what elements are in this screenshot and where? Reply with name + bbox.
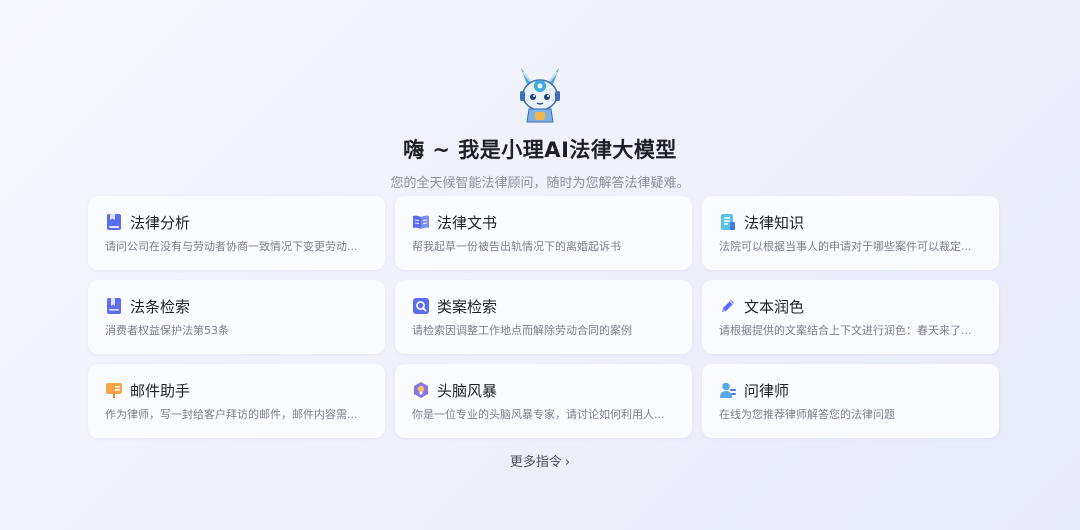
card-statute-search[interactable]: 法条检索 消费者权益保护法第53条 <box>88 280 385 354</box>
document-icon <box>719 213 737 231</box>
card-description: 请根据提供的文案结合上下文进行润色：春天来了... <box>719 324 972 337</box>
card-title: 法律文书 <box>437 213 498 232</box>
card-title: 法律知识 <box>744 213 805 232</box>
card-title: 法律分析 <box>130 213 191 232</box>
card-title: 文本润色 <box>744 297 805 316</box>
mascot-logo-icon <box>520 68 560 123</box>
mail-flag-icon <box>105 381 123 399</box>
more-commands-label: 更多指令 <box>509 455 562 470</box>
pen-icon <box>719 297 737 315</box>
page-title: 嗨 ~ 我是小理AI法律大模型 <box>403 138 677 162</box>
card-title: 类案检索 <box>437 297 498 316</box>
card-description: 在线为您推荐律师解答您的法律问题 <box>719 408 895 421</box>
lawyer-icon <box>719 381 737 399</box>
card-description: 请检索因调整工作地点而解除劳动合同的案例 <box>412 324 632 337</box>
card-description: 请问公司在没有与劳动者协商一致情况下变更劳动... <box>105 240 358 253</box>
search-doc-icon <box>412 297 430 315</box>
card-case-search[interactable]: 类案检索 请检索因调整工作地点而解除劳动合同的案例 <box>395 280 692 354</box>
page-subtitle: 您的全天候智能法律顾问，随时为您解答法律疑难。 <box>390 176 690 191</box>
card-title: 法条检索 <box>130 297 191 316</box>
hero: 嗨 ~ 我是小理AI法律大模型 您的全天候智能法律顾问，随时为您解答法律疑难。 <box>0 64 1080 191</box>
chevron-right-icon: › <box>564 455 571 470</box>
card-title: 问律师 <box>744 381 790 400</box>
bookmark-icon <box>105 297 123 315</box>
book-icon <box>105 213 123 231</box>
brain-icon <box>412 381 430 399</box>
card-description: 作为律师，写一封给客户拜访的邮件，邮件内容需... <box>105 408 358 421</box>
more-commands-link[interactable]: 更多指令 › <box>0 451 1080 470</box>
card-brainstorm[interactable]: 头脑风暴 你是一位专业的头脑风暴专家，请讨论如何利用人... <box>395 364 692 438</box>
card-legal-document[interactable]: 法律文书 帮我起草一份被告出轨情况下的离婚起诉书 <box>395 196 692 270</box>
card-title: 头脑风暴 <box>437 381 498 400</box>
card-email-assistant[interactable]: 邮件助手 作为律师，写一封给客户拜访的邮件，邮件内容需... <box>88 364 385 438</box>
prompt-card-grid: 法律分析 请问公司在没有与劳动者协商一致情况下变更劳动... 法律文书 帮我起草… <box>88 196 999 438</box>
card-description: 法院可以根据当事人的申请对于哪些案件可以裁定... <box>719 240 972 253</box>
card-text-polish[interactable]: 文本润色 请根据提供的文案结合上下文进行润色：春天来了... <box>702 280 999 354</box>
card-legal-analysis[interactable]: 法律分析 请问公司在没有与劳动者协商一致情况下变更劳动... <box>88 196 385 270</box>
card-description: 你是一位专业的头脑风暴专家，请讨论如何利用人... <box>412 408 665 421</box>
card-description: 帮我起草一份被告出轨情况下的离婚起诉书 <box>412 240 621 253</box>
card-ask-lawyer[interactable]: 问律师 在线为您推荐律师解答您的法律问题 <box>702 364 999 438</box>
card-legal-knowledge[interactable]: 法律知识 法院可以根据当事人的申请对于哪些案件可以裁定... <box>702 196 999 270</box>
open-book-icon <box>412 213 430 231</box>
card-title: 邮件助手 <box>130 381 191 400</box>
card-description: 消费者权益保护法第53条 <box>105 324 229 337</box>
